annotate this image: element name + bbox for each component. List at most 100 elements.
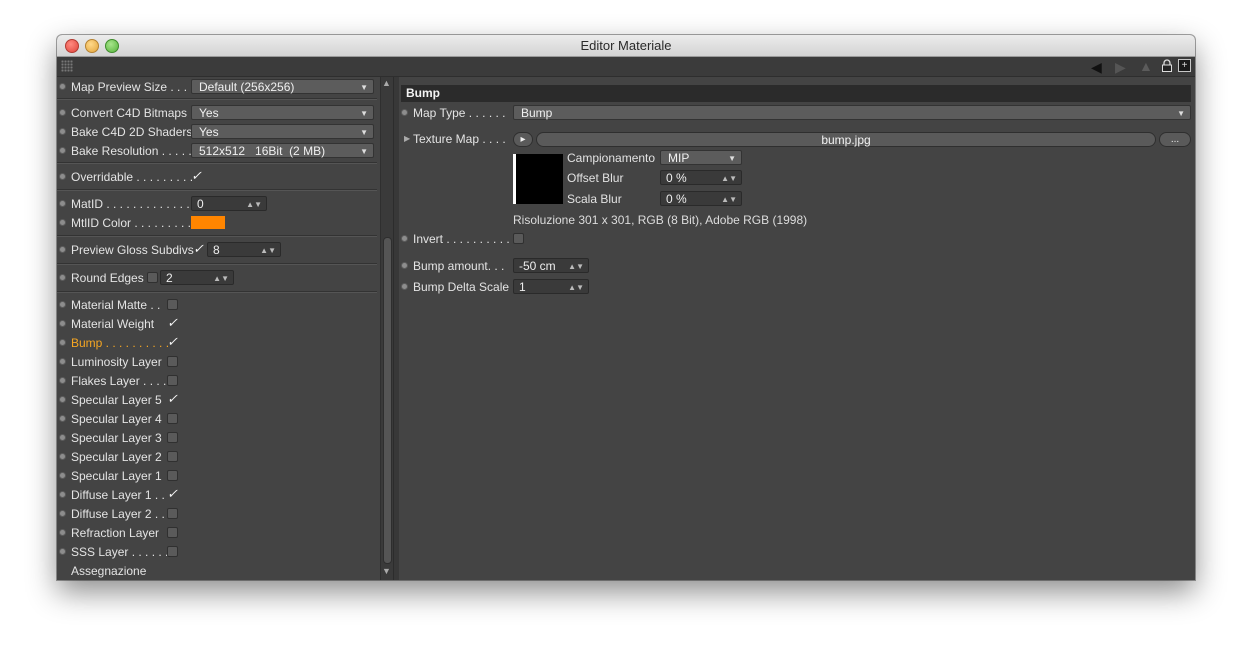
bake-c4d-2d-shaders-dropdown[interactable]: Yes ▼ xyxy=(191,124,374,139)
preview-gloss-subdivs-checkbox[interactable]: ✓ xyxy=(193,240,204,258)
layer-row[interactable]: Diffuse Layer 2 . . xyxy=(57,505,377,523)
layer-row[interactable]: Material Weight ✓ xyxy=(57,315,377,333)
animation-dot-icon[interactable] xyxy=(59,396,66,403)
browse-button[interactable]: ... xyxy=(1159,132,1191,147)
animation-dot-icon[interactable] xyxy=(59,415,66,422)
grip-icon[interactable] xyxy=(61,60,73,72)
layer-checkbox[interactable] xyxy=(167,356,178,367)
spinner-arrows-icon[interactable]: ▲▼ xyxy=(721,192,737,207)
animation-dot-icon[interactable] xyxy=(59,200,66,207)
layer-label[interactable]: Specular Layer 1 xyxy=(71,467,162,485)
matid-field[interactable]: 0 ▲▼ xyxy=(191,196,267,211)
animation-dot-icon[interactable] xyxy=(59,219,66,226)
animation-dot-icon[interactable] xyxy=(59,548,66,555)
invert-checkbox[interactable] xyxy=(513,233,524,244)
layer-checkbox[interactable] xyxy=(167,413,178,424)
animation-dot-icon[interactable] xyxy=(59,147,66,154)
animation-dot-icon[interactable] xyxy=(59,510,66,517)
layer-checkbox[interactable] xyxy=(167,508,178,519)
bump-delta-scale-field[interactable]: 1 ▲▼ xyxy=(513,279,589,294)
animation-dot-icon[interactable] xyxy=(59,453,66,460)
animation-dot-icon[interactable] xyxy=(401,109,408,116)
spinner-arrows-icon[interactable]: ▲▼ xyxy=(568,280,584,295)
scala-blur-field[interactable]: 0 % ▲▼ xyxy=(660,191,742,206)
new-window-icon[interactable]: + xyxy=(1178,59,1191,72)
layer-row[interactable]: Specular Layer 5 ✓ xyxy=(57,391,377,409)
left-scrollbar[interactable]: ▲ ▼ xyxy=(380,77,393,580)
animation-dot-icon[interactable] xyxy=(59,529,66,536)
spinner-arrows-icon[interactable]: ▲▼ xyxy=(213,271,229,286)
layer-checkbox[interactable] xyxy=(167,546,178,557)
animation-dot-icon[interactable] xyxy=(59,83,66,90)
layer-checkbox[interactable] xyxy=(167,470,178,481)
animation-dot-icon[interactable] xyxy=(59,472,66,479)
layer-label[interactable]: Specular Layer 5 xyxy=(71,391,162,409)
layer-checkbox[interactable] xyxy=(167,432,178,443)
layer-checkbox[interactable]: ✓ xyxy=(167,485,178,503)
layer-label[interactable]: Diffuse Layer 2 . . xyxy=(71,505,165,523)
mtlid-color-swatch[interactable] xyxy=(191,216,225,229)
layer-row[interactable]: Material Matte . . xyxy=(57,296,377,314)
spinner-arrows-icon[interactable]: ▲▼ xyxy=(721,171,737,186)
layer-label[interactable]: Material Weight xyxy=(71,315,154,333)
layer-checkbox[interactable]: ✓ xyxy=(167,390,178,408)
map-type-dropdown[interactable]: Bump ▼ xyxy=(513,105,1191,120)
animation-dot-icon[interactable] xyxy=(59,173,66,180)
animation-dot-icon[interactable] xyxy=(59,246,66,253)
animation-dot-icon[interactable] xyxy=(59,128,66,135)
layer-checkbox[interactable]: ✓ xyxy=(167,314,178,332)
layer-label[interactable]: Specular Layer 3 xyxy=(71,429,162,447)
layer-checkbox[interactable] xyxy=(167,375,178,386)
spinner-arrows-icon[interactable]: ▲▼ xyxy=(246,197,262,212)
layer-label[interactable]: Specular Layer 4 xyxy=(71,410,162,428)
assegnazione-label[interactable]: Assegnazione xyxy=(71,562,146,580)
animation-dot-icon[interactable] xyxy=(59,339,66,346)
up-arrow-icon[interactable]: ▲ xyxy=(1139,58,1153,74)
bump-amount-field[interactable]: -50 cm ▲▼ xyxy=(513,258,589,273)
back-arrow-icon[interactable]: ◀ xyxy=(1091,59,1102,76)
layer-label[interactable]: Material Matte . . xyxy=(71,296,160,314)
layer-row[interactable]: Specular Layer 3 xyxy=(57,429,377,447)
texture-file-field[interactable]: bump.jpg xyxy=(536,132,1156,147)
campionamento-dropdown[interactable]: MIP ▼ xyxy=(660,150,742,165)
spinner-arrows-icon[interactable]: ▲▼ xyxy=(260,243,276,258)
layer-label[interactable]: Bump . . . . . . . . . . xyxy=(71,334,169,352)
assegnazione-row[interactable]: Assegnazione xyxy=(57,562,377,580)
layer-label[interactable]: Specular Layer 2 xyxy=(71,448,162,466)
layer-row[interactable]: Bump . . . . . . . . . . ✓ xyxy=(57,334,377,352)
layer-label[interactable]: Luminosity Layer xyxy=(71,353,162,371)
layer-row[interactable]: Diffuse Layer 1 . . ✓ xyxy=(57,486,377,504)
spinner-arrows-icon[interactable]: ▲▼ xyxy=(568,259,584,274)
layer-label[interactable]: Refraction Layer xyxy=(71,524,159,542)
map-preview-size-dropdown[interactable]: Default (256x256) ▼ xyxy=(191,79,374,94)
animation-dot-icon[interactable] xyxy=(401,235,408,242)
animation-dot-icon[interactable] xyxy=(401,262,408,269)
animation-dot-icon[interactable] xyxy=(401,283,408,290)
layer-row[interactable]: Specular Layer 1 xyxy=(57,467,377,485)
convert-c4d-bitmaps-dropdown[interactable]: Yes ▼ xyxy=(191,105,374,120)
layer-label[interactable]: SSS Layer . . . . . . . xyxy=(71,543,175,561)
layer-row[interactable]: Luminosity Layer xyxy=(57,353,377,371)
scrollbar-thumb[interactable] xyxy=(383,237,392,564)
layer-checkbox[interactable] xyxy=(167,299,178,310)
title-bar[interactable]: Editor Materiale xyxy=(57,35,1195,57)
bake-resolution-dropdown[interactable]: 512x512 16Bit (2 MB) ▼ xyxy=(191,143,374,158)
layer-row[interactable]: SSS Layer . . . . . . . xyxy=(57,543,377,561)
preview-gloss-subdivs-field[interactable]: 8 ▲▼ xyxy=(207,242,281,257)
round-edges-field[interactable]: 2 ▲▼ xyxy=(160,270,234,285)
texture-preview-thumbnail[interactable] xyxy=(513,154,563,204)
animation-dot-icon[interactable] xyxy=(59,301,66,308)
layer-label[interactable]: Diffuse Layer 1 . . xyxy=(71,486,165,504)
overridable-checkbox[interactable]: ✓ xyxy=(191,167,202,185)
animation-dot-icon[interactable] xyxy=(59,434,66,441)
scroll-up-arrow-icon[interactable]: ▲ xyxy=(382,78,391,88)
round-edges-checkbox[interactable] xyxy=(147,272,158,283)
scroll-down-arrow-icon[interactable]: ▼ xyxy=(382,566,391,576)
offset-blur-field[interactable]: 0 % ▲▼ xyxy=(660,170,742,185)
expand-triangle-icon[interactable]: ▶ xyxy=(404,130,410,148)
layer-checkbox[interactable] xyxy=(167,451,178,462)
layer-label[interactable]: Flakes Layer . . . . xyxy=(71,372,166,390)
forward-arrow-icon[interactable]: ▶ xyxy=(1115,59,1126,76)
layer-row[interactable]: Specular Layer 2 xyxy=(57,448,377,466)
texture-menu-button[interactable]: ▸ xyxy=(513,132,533,147)
